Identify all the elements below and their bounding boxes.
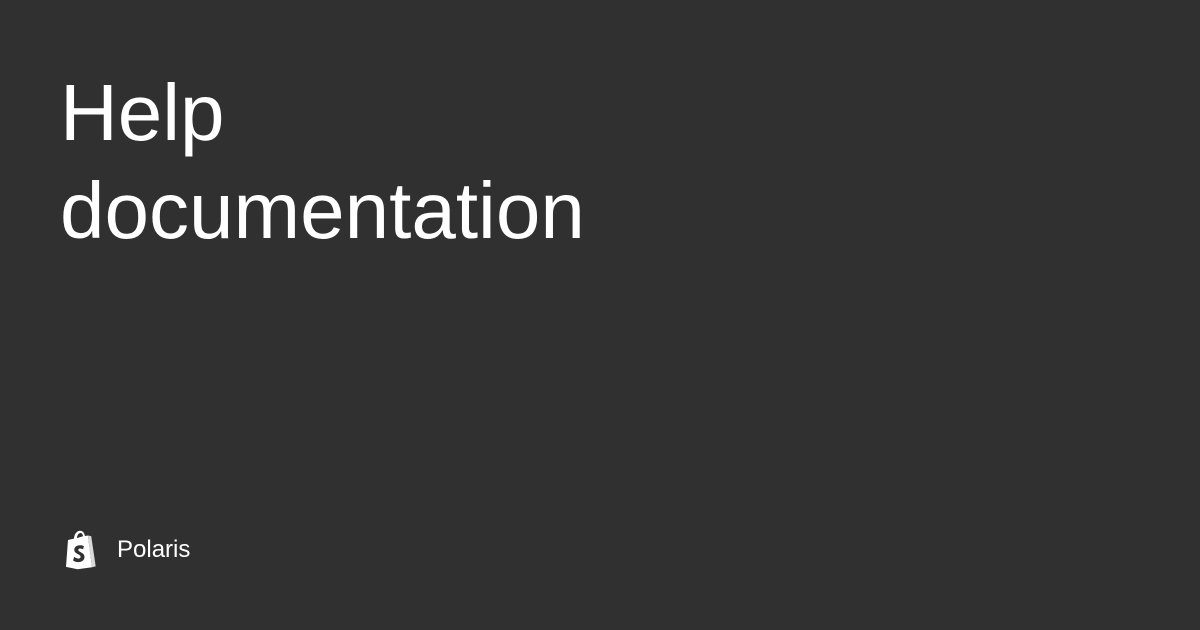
shopping-bag-icon bbox=[60, 530, 98, 570]
page-title-line-1: Help bbox=[60, 68, 225, 157]
brand-name: Polaris bbox=[117, 536, 191, 563]
brand-lockup: Polaris bbox=[60, 530, 190, 570]
page-title-line-2: documentation bbox=[60, 166, 585, 255]
social-preview-card: Help documentation Polaris bbox=[0, 0, 1200, 630]
page-title: Help documentation bbox=[60, 64, 585, 260]
